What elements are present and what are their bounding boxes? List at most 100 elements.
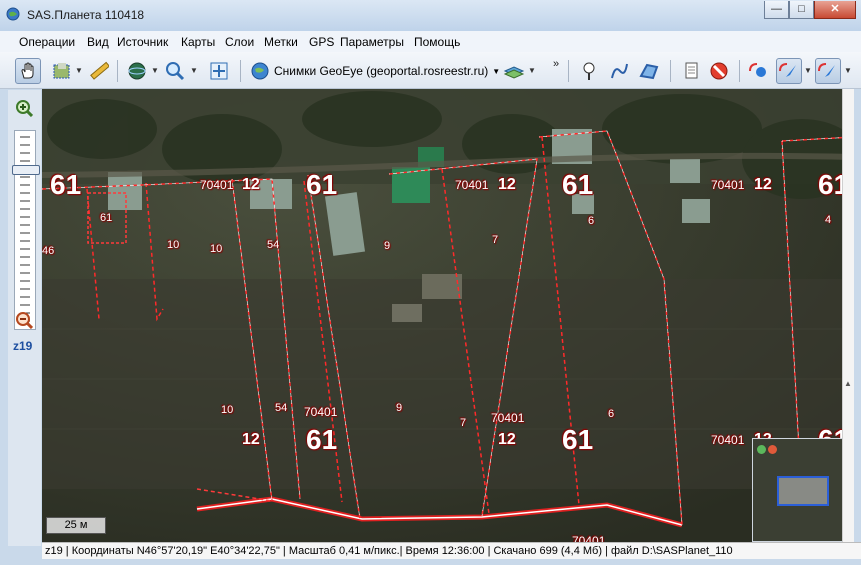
mini-map-zoom-out-icon[interactable]	[768, 445, 777, 454]
menu-view[interactable]: Вид	[87, 35, 109, 49]
zoom-in-button[interactable]	[14, 98, 34, 118]
parcel-number-label: 9	[396, 402, 403, 414]
zoom-icon	[166, 62, 185, 81]
parcel-number-label: 7	[492, 234, 499, 246]
parcel-number-label: 61	[100, 212, 113, 224]
globe-button[interactable]	[124, 58, 150, 84]
maximize-button[interactable]: □	[789, 1, 814, 19]
mini-map[interactable]	[752, 438, 852, 542]
add-polygon-button[interactable]	[636, 58, 662, 84]
add-path-button[interactable]	[606, 58, 632, 84]
separator	[117, 60, 118, 82]
zoom-tool-button[interactable]	[162, 58, 188, 84]
hand-icon	[21, 62, 34, 79]
menu-layers[interactable]: Слои	[225, 35, 254, 49]
close-button[interactable]: ✕	[814, 1, 856, 19]
menu-operations[interactable]: Операции	[19, 35, 75, 49]
gps-follow-button[interactable]	[776, 58, 802, 84]
scroll-arrow-icon[interactable]: ▲	[844, 379, 852, 388]
zoom-level-label: z19	[13, 339, 33, 353]
map-view[interactable]: 61 61 61 61 61 61 61 12 12 12 12 12 12 7…	[42, 89, 853, 542]
toolbar: ▼ ▼ ▼ Снимки GeoEye (geoportal.rosreestr…	[0, 52, 861, 89]
parcel-label-12: 12	[498, 431, 516, 448]
hand-tool-button[interactable]	[15, 58, 41, 84]
separator	[240, 60, 241, 82]
menu-marks[interactable]: Метки	[264, 35, 298, 49]
mini-map-zoom-controls	[757, 445, 777, 454]
gps-center-dropdown-arrow[interactable]: ▼	[844, 66, 852, 75]
status-bar: z19 | Координаты N46°57'20,19" E40°34'22…	[42, 542, 861, 559]
gps-center-icon	[818, 63, 835, 77]
select-dropdown-arrow[interactable]: ▼	[75, 66, 83, 75]
parcel-label-61: 61	[306, 424, 338, 455]
parcel-label-61: 61	[562, 169, 594, 200]
cadastral-block-label: 70401	[711, 433, 745, 447]
minimize-button[interactable]: —	[764, 1, 789, 19]
parcel-label-12: 12	[754, 176, 772, 193]
globe-icon	[128, 62, 146, 80]
parcel-number-label: 10	[221, 404, 234, 416]
parcel-number-label: 7	[460, 417, 467, 429]
zoom-out-icon	[16, 312, 33, 329]
fullscreen-icon	[210, 62, 228, 80]
maximize-icon: □	[798, 3, 805, 15]
parcel-number-label: 46	[42, 245, 55, 257]
parcel-label-61: 61	[562, 424, 594, 455]
separator	[670, 60, 671, 82]
parcel-label-61: 61	[306, 169, 338, 200]
placemark-icon	[583, 62, 595, 80]
menu-help[interactable]: Помощь	[414, 35, 460, 49]
parcel-number-label: 54	[267, 239, 280, 251]
zoom-slider[interactable]	[12, 130, 40, 330]
satellite-imagery	[42, 89, 853, 542]
layers-button[interactable]	[501, 58, 527, 84]
gps-follow-icon	[779, 63, 796, 77]
notes-icon	[685, 62, 698, 79]
mini-map-zoom-in-icon[interactable]	[757, 445, 766, 454]
path-icon	[611, 63, 628, 79]
zoom-slider-thumb[interactable]	[12, 165, 40, 175]
parcel-number-label: 4	[825, 214, 832, 226]
toolbar-more-chevron[interactable]: »	[553, 58, 559, 70]
gps-center-button[interactable]	[815, 58, 841, 84]
parcel-label-12: 12	[242, 431, 260, 448]
add-placemark-button[interactable]	[576, 58, 602, 84]
parcel-number-label: 54	[275, 402, 288, 414]
map-source-dropdown[interactable]: Снимки GeoEye (geoportal.rosreestr.ru) ▼	[250, 60, 500, 82]
polygon-icon	[639, 63, 659, 80]
cadastral-block-label: 70401	[711, 178, 745, 192]
separator	[568, 60, 569, 82]
zoom-dropdown-arrow[interactable]: ▼	[190, 66, 198, 75]
layers-dropdown-arrow[interactable]: ▼	[528, 66, 536, 75]
parcel-label-12: 12	[242, 176, 260, 193]
menu-parameters[interactable]: Параметры	[340, 35, 404, 49]
menu-maps[interactable]: Карты	[181, 35, 215, 49]
select-area-icon	[53, 63, 70, 79]
notes-button[interactable]	[678, 58, 704, 84]
cadastral-block-label: 70401	[491, 411, 525, 425]
layers-icon	[503, 66, 525, 79]
parcel-number-label: 10	[167, 239, 180, 251]
vertical-scrollbar[interactable]: ▲	[842, 89, 854, 542]
menu-source[interactable]: Источник	[117, 35, 168, 49]
cadastral-block-label: 70401	[572, 534, 606, 542]
zoom-in-icon	[16, 100, 33, 117]
fullscreen-button[interactable]	[206, 58, 232, 84]
cadastral-block-label: 70401	[200, 178, 234, 192]
globe-dropdown-arrow[interactable]: ▼	[151, 66, 159, 75]
zoom-ticks	[20, 136, 30, 322]
scale-bar: 25 м	[46, 517, 106, 534]
select-area-button[interactable]	[49, 58, 75, 84]
menu-gps[interactable]: GPS	[309, 35, 334, 49]
zoom-out-button[interactable]	[14, 310, 34, 330]
ruler-icon	[90, 61, 109, 80]
window-title: SAS.Планета 110418	[27, 8, 145, 22]
delete-marks-button[interactable]	[706, 58, 732, 84]
title-bar: SAS.Планета 110418 — □ ✕	[0, 0, 861, 32]
menu-bar: Операции Вид Источник Карты Слои Метки G…	[0, 31, 861, 53]
close-icon: ✕	[830, 3, 840, 15]
ruler-button[interactable]	[86, 58, 112, 84]
mini-map-viewport[interactable]	[777, 476, 829, 506]
gps-connect-button[interactable]	[745, 58, 771, 84]
gps-follow-dropdown-arrow[interactable]: ▼	[804, 66, 812, 75]
